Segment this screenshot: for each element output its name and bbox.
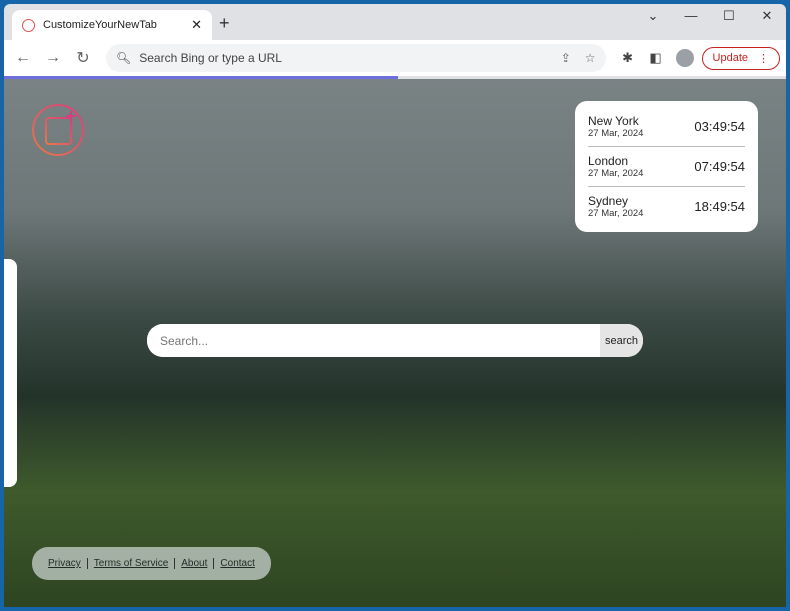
clock-date: 27 Mar, 2024: [588, 128, 644, 139]
update-button[interactable]: Update ⋮: [701, 46, 780, 70]
close-tab-icon[interactable]: ✕: [191, 17, 202, 33]
side-drawer-handle[interactable]: [4, 259, 17, 487]
tab-bar: CustomizeYourNewTab ✕ + ⌄ — ☐ ✕: [4, 4, 786, 40]
about-link[interactable]: About: [174, 558, 213, 569]
tab-customizeyournewtab[interactable]: CustomizeYourNewTab ✕: [12, 10, 212, 40]
close-window-button[interactable]: ✕: [748, 8, 786, 24]
clock-city: New York: [588, 114, 639, 128]
address-bar[interactable]: 🔍︎ Search Bing or type a URL ⇪ ☆: [106, 44, 606, 72]
world-clock-widget: New York 27 Mar, 2024 03:49:54 London 27 Ma…: [575, 101, 758, 232]
search-button[interactable]: search: [600, 324, 643, 357]
tab-title: CustomizeYourNewTab: [43, 19, 157, 31]
new-tab-button[interactable]: +: [219, 13, 230, 34]
tab-favicon-icon: [22, 18, 35, 32]
clock-row: Sydney 27 Mar, 2024 18:49:54: [588, 187, 745, 226]
clock-date: 27 Mar, 2024: [588, 208, 644, 219]
clock-city: Sydney: [588, 194, 629, 208]
clock-time: 07:49:54: [694, 159, 745, 174]
back-icon[interactable]: ←: [10, 49, 36, 67]
maximize-button[interactable]: ☐: [710, 8, 748, 24]
extensions-icon[interactable]: ✱: [616, 50, 640, 66]
side-panel-icon[interactable]: ◧: [644, 50, 668, 66]
contact-link[interactable]: Contact: [213, 558, 260, 569]
logo-icon: [32, 104, 84, 156]
search-box: search: [147, 324, 643, 357]
clock-row: New York 27 Mar, 2024 03:49:54: [588, 107, 745, 147]
forward-icon[interactable]: →: [40, 49, 66, 67]
search-icon: 🔍︎: [116, 51, 132, 65]
tab-search-icon[interactable]: ⌄: [634, 8, 672, 24]
search-input[interactable]: [147, 324, 600, 357]
minimize-button[interactable]: —: [672, 8, 710, 24]
privacy-link[interactable]: Privacy: [42, 558, 87, 569]
clock-city: London: [588, 154, 629, 168]
clock-row: London 27 Mar, 2024 07:49:54: [588, 147, 745, 187]
clock-date: 27 Mar, 2024: [588, 168, 644, 179]
profile-avatar[interactable]: [675, 49, 694, 67]
browser-window: CustomizeYourNewTab ✕ + ⌄ — ☐ ✕ ← → ↻ 🔍︎ Sear…: [4, 4, 786, 607]
toolbar: ← → ↻ 🔍︎ Search Bing or type a URL ⇪ ☆ ✱ ◧ …: [4, 40, 786, 76]
share-icon[interactable]: ⇪: [561, 51, 571, 65]
terms-link[interactable]: Terms of Service: [86, 558, 174, 569]
update-label: Update: [712, 51, 748, 64]
footer-links: Privacy Terms of Service About Contact: [32, 547, 271, 580]
page-background: New York 27 Mar, 2024 03:49:54 London 27 Ma…: [4, 79, 786, 607]
bookmark-star-icon[interactable]: ☆: [585, 51, 596, 65]
menu-dots-icon[interactable]: ⋮: [758, 52, 769, 65]
clock-time: 03:49:54: [694, 119, 745, 134]
clock-time: 18:49:54: [694, 199, 745, 214]
reload-icon[interactable]: ↻: [70, 48, 96, 68]
address-placeholder: Search Bing or type a URL: [139, 51, 282, 65]
